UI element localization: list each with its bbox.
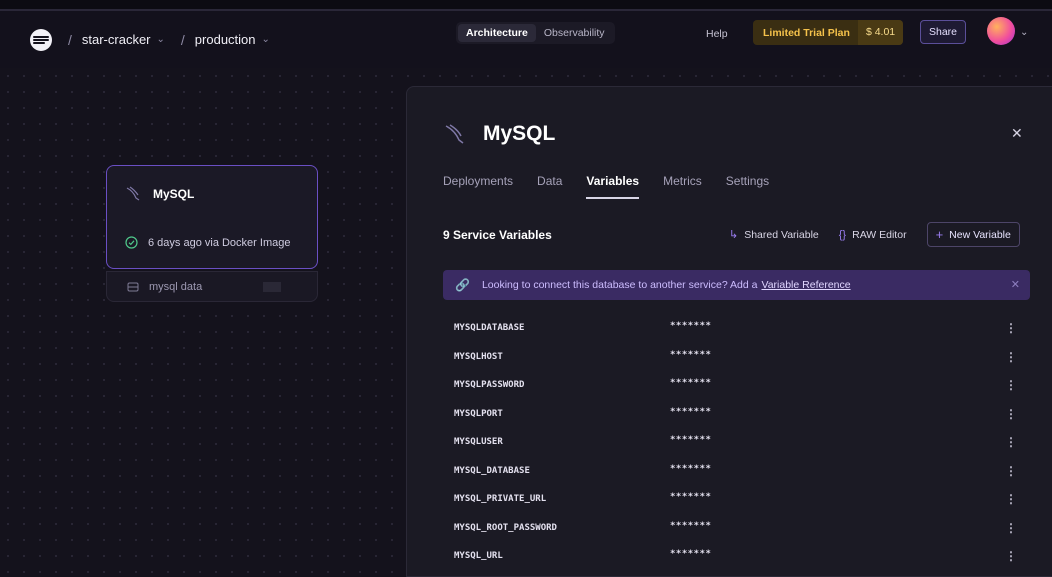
variable-row[interactable]: MYSQL_URL ******* ⋮ [443, 542, 1030, 571]
variable-reference-link[interactable]: Variable Reference [761, 279, 850, 291]
variables-actions: ↳ Shared Variable {} RAW Editor + New Va… [729, 222, 1020, 247]
shared-variable-button[interactable]: ↳ Shared Variable [729, 228, 819, 242]
variable-value[interactable]: ******* [670, 407, 711, 417]
variable-value[interactable]: ******* [670, 549, 711, 559]
variable-row[interactable]: MYSQLPASSWORD ******* ⋮ [443, 371, 1030, 400]
breadcrumb-separator: / [180, 31, 185, 48]
variable-key: MYSQLPASSWORD [454, 380, 525, 390]
variable-value[interactable]: ******* [670, 492, 711, 502]
tab-variables[interactable]: Variables [586, 174, 640, 199]
window-top-strip [0, 0, 1052, 11]
tab-deployments[interactable]: Deployments [443, 174, 513, 199]
variable-key: MYSQLPORT [454, 408, 503, 419]
tab-observability[interactable]: Observability [536, 24, 613, 42]
tab-settings[interactable]: Settings [726, 174, 769, 199]
service-node-title: MySQL [125, 186, 194, 202]
variables-count-title: 9 Service Variables [443, 228, 552, 242]
check-circle-icon [125, 236, 138, 249]
kebab-menu-icon[interactable]: ⋮ [1005, 350, 1017, 364]
variable-row[interactable]: MYSQL_DATABASE ******* ⋮ [443, 457, 1030, 486]
chevron-down-icon: ⌄ [261, 34, 270, 45]
volume-icon [127, 282, 139, 291]
variable-row[interactable]: MYSQLDATABASE ******* ⋮ [443, 314, 1030, 343]
variable-value[interactable]: ******* [670, 521, 711, 531]
chevron-down-icon: ⌄ [156, 34, 165, 45]
variable-key: MYSQL_PRIVATE_URL [454, 494, 547, 504]
variable-value[interactable]: ******* [670, 435, 711, 445]
variables-list: MYSQLDATABASE ******* ⋮ MYSQLHOST ******* ⋮ … [443, 314, 1030, 571]
variable-row[interactable]: MYSQLHOST ******* ⋮ [443, 343, 1030, 372]
view-switcher: Architecture Observability [456, 22, 615, 44]
variable-key: MYSQL_ROOT_PASSWORD [454, 522, 557, 533]
service-node-name: MySQL [153, 187, 195, 201]
project-name: star-cracker [81, 32, 151, 47]
close-icon[interactable]: ✕ [1011, 278, 1020, 291]
kebab-menu-icon[interactable]: ⋮ [1005, 407, 1017, 421]
project-selector[interactable]: star-cracker ⌄ [82, 32, 165, 47]
plan-label: Limited Trial Plan [763, 26, 850, 39]
environment-selector[interactable]: production ⌄ [195, 32, 270, 47]
chevron-down-icon[interactable]: ⌄ [1020, 27, 1028, 38]
breadcrumb-separator: / [68, 31, 72, 48]
volume-name: mysql data [149, 280, 203, 293]
variable-key: MYSQL_DATABASE [454, 465, 530, 476]
variable-value[interactable]: ******* [670, 350, 711, 360]
panel-title: MySQL [443, 122, 555, 146]
variable-key: MYSQLUSER [454, 437, 503, 447]
kebab-menu-icon[interactable]: ⋮ [1005, 464, 1017, 478]
variable-row[interactable]: MYSQL_ROOT_PASSWORD ******* ⋮ [443, 514, 1030, 543]
close-icon[interactable]: ✕ [1011, 125, 1023, 142]
mysql-dolphin-icon [445, 124, 464, 144]
banner-text: Looking to connect this database to anot… [481, 279, 758, 291]
panel-title-text: MySQL [483, 122, 556, 145]
kebab-menu-icon[interactable]: ⋮ [1005, 321, 1017, 335]
raw-editor-button[interactable]: {} RAW Editor [839, 229, 907, 241]
deploy-status: 6 days ago via Docker Image [125, 236, 290, 249]
variable-row[interactable]: MYSQL_PRIVATE_URL ******* ⋮ [443, 485, 1030, 514]
variable-value[interactable]: ******* [670, 321, 711, 331]
shared-variable-label: Shared Variable [744, 228, 819, 241]
raw-editor-label: RAW Editor [852, 228, 907, 241]
variable-value[interactable]: ******* [670, 378, 711, 388]
variable-key: MYSQLDATABASE [454, 323, 525, 333]
kebab-menu-icon[interactable]: ⋮ [1005, 435, 1017, 449]
shared-arrow-icon: ↳ [729, 229, 739, 241]
tab-data[interactable]: Data [537, 174, 562, 199]
variable-value[interactable]: ******* [670, 464, 711, 474]
volume-node[interactable]: mysql data [106, 271, 318, 302]
trial-plan-badge[interactable]: Limited Trial Plan $ 4.01 [753, 20, 904, 45]
kebab-menu-icon[interactable]: ⋮ [1005, 549, 1017, 563]
plus-icon: + [935, 227, 944, 242]
braces-icon: {} [838, 228, 847, 241]
variable-key: MYSQL_URL [454, 551, 503, 561]
new-variable-button[interactable]: + New Variable [926, 222, 1020, 247]
service-panel: MySQL ✕ Deployments Data Variables Metri… [406, 86, 1052, 577]
deploy-status-text: 6 days ago via Docker Image [148, 236, 291, 249]
variable-key: MYSQLHOST [454, 351, 503, 362]
environment-name: production [194, 32, 256, 47]
variable-reference-banner: 🔗 Looking to connect this database to an… [443, 270, 1030, 300]
mysql-dolphin-icon [126, 186, 140, 201]
service-node-mysql[interactable]: MySQL 6 days ago via Docker Image [106, 165, 318, 269]
panel-tabs: Deployments Data Variables Metrics Setti… [443, 174, 793, 199]
avatar[interactable] [987, 17, 1015, 45]
kebab-menu-icon[interactable]: ⋮ [1005, 378, 1017, 392]
credit-amount: $ 4.01 [857, 20, 904, 45]
kebab-menu-icon[interactable]: ⋮ [1005, 521, 1017, 535]
link-icon: 🔗 [455, 278, 470, 292]
variable-row[interactable]: MYSQLUSER ******* ⋮ [443, 428, 1030, 457]
kebab-menu-icon[interactable]: ⋮ [1005, 492, 1017, 506]
variable-row[interactable]: MYSQLPORT ******* ⋮ [443, 400, 1030, 429]
tab-metrics[interactable]: Metrics [663, 174, 702, 199]
help-link[interactable]: Help [706, 28, 728, 40]
share-button[interactable]: Share [920, 20, 967, 44]
volume-highlight [263, 282, 281, 292]
tab-architecture[interactable]: Architecture [458, 24, 536, 42]
railway-logo-icon[interactable] [30, 28, 52, 51]
new-variable-label: New Variable [949, 228, 1011, 241]
